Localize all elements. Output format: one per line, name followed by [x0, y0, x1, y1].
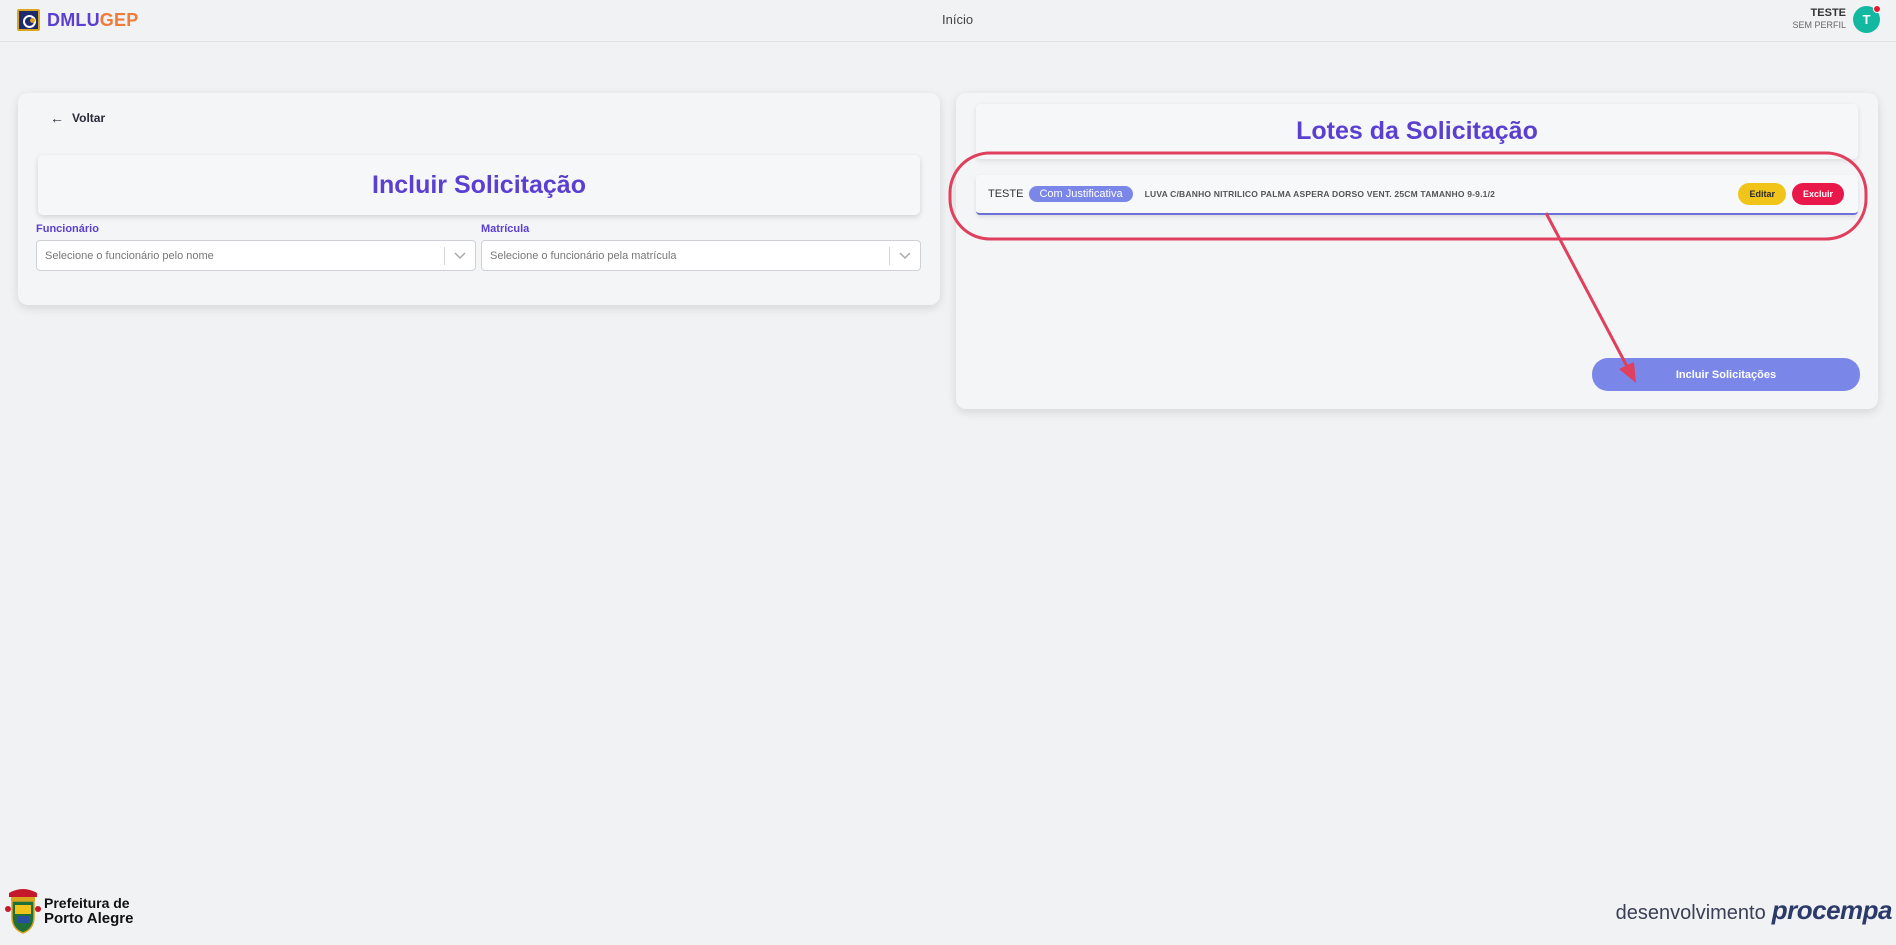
lotes-card: Lotes da Solicitação TESTE Com Justifica…	[956, 93, 1878, 409]
brand-name: DMLUGEP	[47, 10, 138, 31]
nav-home-link[interactable]: Início	[942, 12, 973, 27]
user-name: TESTE	[1810, 7, 1846, 19]
avatar[interactable]: T	[1853, 5, 1881, 33]
brand-logo-icon	[17, 9, 40, 31]
lotes-title-box: Lotes da Solicitação	[976, 104, 1858, 159]
matricula-select[interactable]	[481, 240, 921, 271]
lote-name: TESTE	[988, 188, 1024, 200]
avatar-initial: T	[1862, 12, 1871, 27]
chevron-down-icon[interactable]	[445, 251, 475, 260]
developer-credit: desenvolvimento procempa	[1615, 895, 1893, 926]
matricula-field: Matrícula	[481, 223, 921, 271]
brand-name-part1: DMLU	[47, 9, 100, 30]
brand-name-part2: GEP	[99, 9, 139, 30]
prefeitura-name: Prefeitura de Porto Alegre	[44, 894, 134, 927]
list-item: TESTE Com Justificativa LUVA C/BANHO NIT…	[976, 175, 1858, 215]
status-badge: Com Justificativa	[1029, 186, 1133, 202]
funcionario-field: Funcionário	[36, 223, 476, 271]
prefeitura-line1: Prefeitura de	[44, 894, 130, 911]
lotes-title: Lotes da Solicitação	[1296, 117, 1538, 145]
user-info[interactable]: TESTE SEM PERFIL	[1792, 7, 1846, 30]
page-title: Incluir Solicitação	[372, 170, 586, 199]
delete-button[interactable]: Excluir	[1791, 183, 1844, 205]
coat-of-arms-icon	[5, 889, 41, 934]
prefeitura-logo: Prefeitura de Porto Alegre	[5, 887, 133, 934]
incluir-solicitacao-card: ← Voltar Incluir Solicitação Funcionário…	[18, 93, 940, 305]
matricula-input[interactable]	[482, 241, 889, 270]
back-label: Voltar	[72, 111, 106, 125]
top-bar: DMLUGEP Início TESTE SEM PERFIL T	[0, 0, 1896, 42]
user-role: SEM PERFIL	[1792, 20, 1846, 30]
prefeitura-line2: Porto Alegre	[44, 909, 134, 927]
funcionario-label: Funcionário	[36, 223, 99, 235]
page-title-box: Incluir Solicitação	[38, 155, 920, 215]
funcionario-select[interactable]	[36, 240, 476, 271]
lote-description: LUVA C/BANHO NITRILICO PALMA ASPERA DORS…	[1144, 189, 1496, 199]
incluir-solicitacoes-button[interactable]: Incluir Solicitações	[1592, 358, 1860, 391]
back-button[interactable]: ← Voltar	[50, 110, 105, 126]
funcionario-input[interactable]	[37, 241, 444, 270]
matricula-label: Matrícula	[481, 223, 530, 235]
dev-label: desenvolvimento	[1615, 902, 1766, 924]
brand[interactable]: DMLUGEP	[17, 9, 138, 31]
notification-dot-icon	[1873, 5, 1881, 13]
edit-button[interactable]: Editar	[1738, 183, 1786, 205]
procempa-logo: procempa	[1771, 895, 1893, 925]
arrow-left-icon: ←	[50, 110, 64, 126]
chevron-down-icon[interactable]	[890, 251, 920, 260]
